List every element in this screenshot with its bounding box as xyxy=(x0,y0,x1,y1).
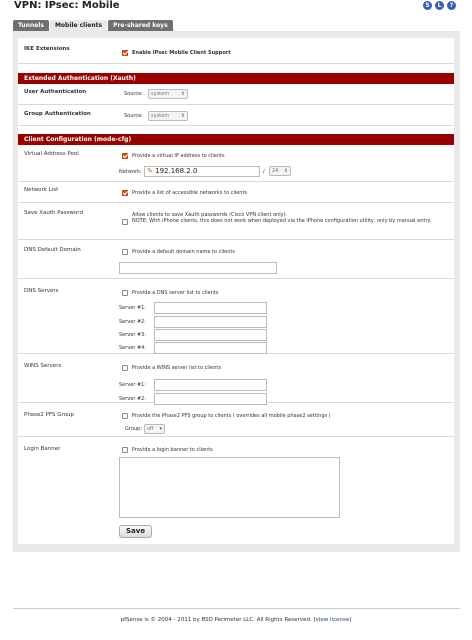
footer-divider xyxy=(13,608,460,609)
row-pfs-group: Phase2 PFS Group Provide the Phase2 PFS … xyxy=(18,403,454,437)
vap-checkbox[interactable] xyxy=(122,153,128,159)
group-source-select[interactable]: system ⇕ xyxy=(148,111,188,121)
select-arrow-icon: ⇕ xyxy=(180,113,185,119)
row-user-auth: User Authentication Source: system ⇕ xyxy=(18,84,454,105)
content-panel: IKE Extensions Enable IPsec Mobile Clien… xyxy=(13,31,460,552)
save-xauth-checkbox[interactable] xyxy=(122,219,128,225)
dns-domain-checkbox-label: Provide a default domain name to clients xyxy=(132,249,235,255)
tab-bar: Tunnels Mobile clients Pre-shared keys xyxy=(13,20,173,31)
network-value: 192.168.2.0 xyxy=(155,167,198,175)
login-banner-checkbox-label: Provide a login banner to clients xyxy=(132,447,213,453)
wins-servers-checkbox[interactable] xyxy=(122,365,128,371)
row-login-banner: Login Banner Provide a login banner to c… xyxy=(18,437,454,523)
user-source-value: system xyxy=(151,91,170,97)
pfs-group-checkbox[interactable] xyxy=(122,413,128,419)
dns-server-4-input[interactable] xyxy=(154,342,267,354)
vap-label: Virtual Address Pool xyxy=(24,151,79,157)
footer-bracket: ] xyxy=(349,617,352,623)
tab-pre-shared-keys[interactable]: Pre-shared keys xyxy=(108,20,173,31)
status-icon[interactable]: S xyxy=(423,1,432,10)
dns-domain-label: DNS Default Domain xyxy=(24,247,81,253)
dns-server-1-input[interactable] xyxy=(154,302,267,314)
dns-server-2-input[interactable] xyxy=(154,316,267,328)
dns-servers-checkbox-label: Provide a DNS server list to clients xyxy=(132,290,219,296)
tab-mobile-clients[interactable]: Mobile clients xyxy=(49,20,108,31)
dns-server-3-input[interactable] xyxy=(154,329,267,341)
pfs-group-select[interactable]: off ▾ xyxy=(144,424,165,434)
vap-checkbox-label: Provide a virtual IP address to clients xyxy=(132,153,225,159)
section-xauth: Extended Authentication (Xauth) xyxy=(18,73,454,84)
slash-separator: / xyxy=(263,169,265,175)
group-source-label: Source: xyxy=(124,113,143,119)
ike-enable-checkbox[interactable] xyxy=(122,50,128,56)
tab-tunnels[interactable]: Tunnels xyxy=(13,20,49,31)
network-list-checkbox-label: Provide a list of accessible networks to… xyxy=(132,190,248,196)
save-xauth-label: Save Xauth Password xyxy=(24,210,83,216)
dns-domain-input[interactable] xyxy=(119,262,277,274)
ike-extensions-label: IKE Extensions xyxy=(24,46,70,52)
header-icons: S L ? xyxy=(423,1,456,10)
page-title: VPN: IPsec: Mobile xyxy=(14,0,120,11)
network-input[interactable]: ✎ 192.168.2.0 xyxy=(144,166,260,177)
network-mask-select[interactable]: 24 ⇕ xyxy=(269,166,291,176)
group-source-value: system xyxy=(151,113,170,119)
select-arrow-icon: ▾ xyxy=(159,426,162,432)
top-bar: VPN: IPsec: Mobile S L ? xyxy=(0,0,472,16)
select-arrow-icon: ⇕ xyxy=(283,168,288,174)
network-label: Network: xyxy=(119,169,142,175)
pfs-group-select-label: Group: xyxy=(125,426,142,432)
network-mask-value: 24 xyxy=(272,168,279,174)
pfs-group-checkbox-label: Provide the Phase2 PFS group to clients … xyxy=(132,413,331,419)
save-xauth-note: NOTE: With iPhone clients, this does not… xyxy=(132,218,432,224)
login-banner-checkbox[interactable] xyxy=(122,447,128,453)
ike-enable-label: Enable IPsec Mobile Client Support xyxy=(132,50,231,56)
login-banner-textarea[interactable] xyxy=(119,457,340,518)
row-wins-servers: WINS Servers Provide a WINS server list … xyxy=(18,354,454,405)
log-icon[interactable]: L xyxy=(435,1,444,10)
row-ike-extensions: IKE Extensions Enable IPsec Mobile Clien… xyxy=(18,38,454,64)
footer: pfSense is © 2004 - 2011 by BSD Perimete… xyxy=(0,617,472,623)
view-license-link[interactable]: view license xyxy=(316,617,350,623)
row-dns-servers: DNS Servers Provide a DNS server list to… xyxy=(18,279,454,354)
user-auth-label: User Authentication xyxy=(24,89,87,95)
pfs-group-value: off xyxy=(147,426,154,432)
row-network-list: Network List Provide a list of accessibl… xyxy=(18,182,454,203)
login-banner-label: Login Banner xyxy=(24,446,61,452)
wins-server-1-input[interactable] xyxy=(154,379,267,391)
row-save-xauth: Save Xauth Password Allow clients to sav… xyxy=(18,203,454,240)
dns-server-1-label: Server #1: xyxy=(119,305,147,311)
pencil-icon: ✎ xyxy=(147,167,153,175)
dns-server-4-label: Server #4: xyxy=(119,345,147,351)
section-client-config: Client Configuration (mode-cfg) xyxy=(18,134,454,145)
wins-server-1-label: Server #1: xyxy=(119,382,147,388)
dns-server-2-label: Server #2: xyxy=(119,319,147,325)
user-source-label: Source: xyxy=(124,91,143,97)
dns-servers-checkbox[interactable] xyxy=(122,290,128,296)
dns-domain-checkbox[interactable] xyxy=(122,249,128,255)
save-button[interactable]: Save xyxy=(119,525,153,538)
wins-server-2-label: Server #2: xyxy=(119,396,147,402)
network-list-checkbox[interactable] xyxy=(122,190,128,196)
user-source-select[interactable]: system ⇕ xyxy=(148,89,188,99)
group-auth-label: Group Authentication xyxy=(24,111,91,117)
network-list-label: Network List xyxy=(24,187,59,193)
select-arrow-icon: ⇕ xyxy=(180,91,185,97)
pfs-group-label: Phase2 PFS Group xyxy=(24,412,75,418)
dns-servers-label: DNS Servers xyxy=(24,288,59,294)
row-group-auth: Group Authentication Source: system ⇕ xyxy=(18,105,454,126)
row-dns-domain: DNS Default Domain Provide a default dom… xyxy=(18,240,454,279)
help-icon[interactable]: ? xyxy=(447,1,456,10)
dns-server-3-label: Server #3: xyxy=(119,332,147,338)
row-virtual-address-pool: Virtual Address Pool Provide a virtual I… xyxy=(18,145,454,182)
wins-servers-checkbox-label: Provide a WINS server list to clients xyxy=(132,365,221,371)
form-area: IKE Extensions Enable IPsec Mobile Clien… xyxy=(18,38,454,544)
wins-servers-label: WINS Servers xyxy=(24,363,62,369)
footer-copyright: pfSense is © 2004 - 2011 by BSD Perimete… xyxy=(120,617,316,623)
